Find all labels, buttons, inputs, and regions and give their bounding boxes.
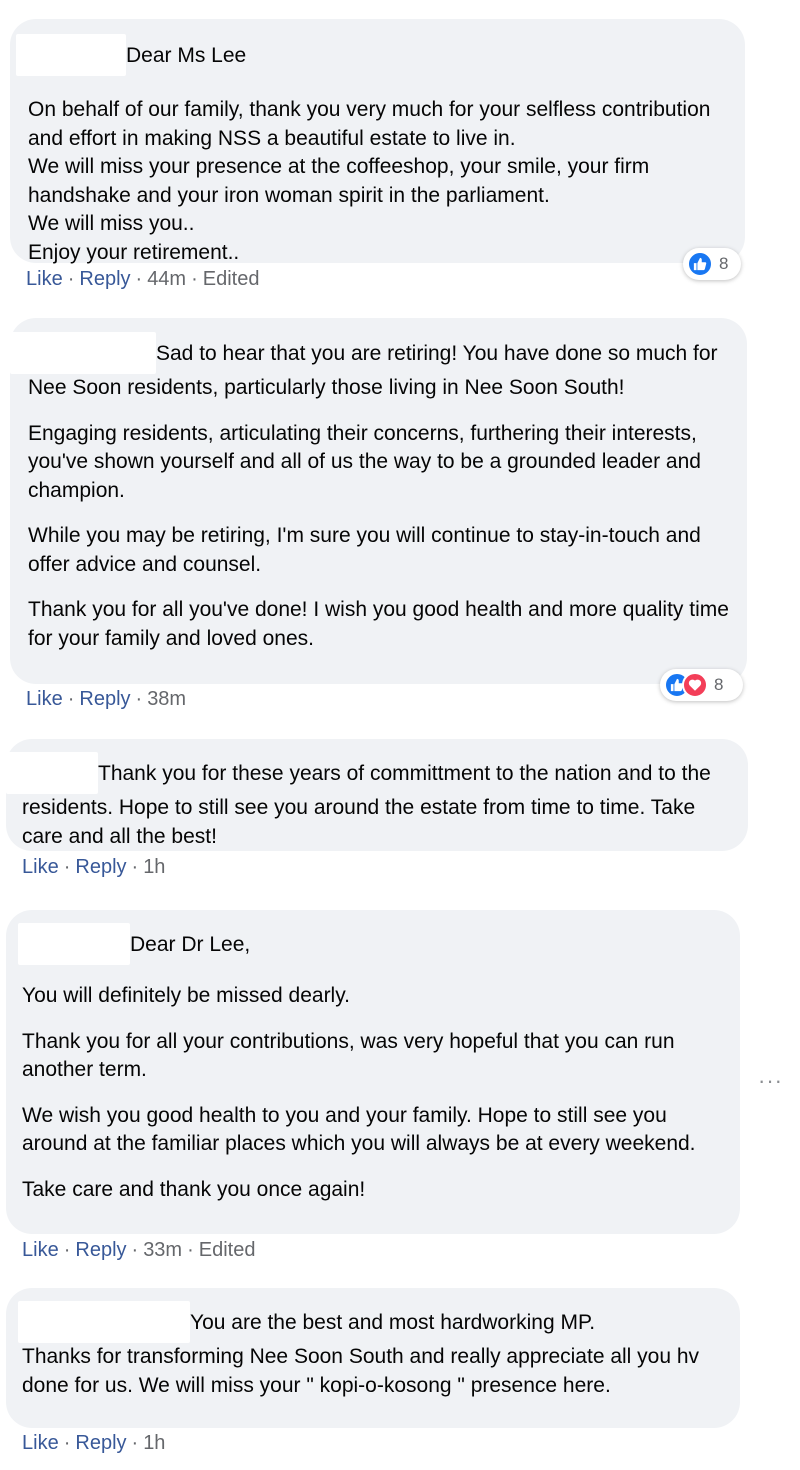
like-reaction-icon bbox=[687, 251, 713, 277]
comment-text: You will definitely be missed dearly. bbox=[22, 984, 351, 1007]
edited-label[interactable]: Edited bbox=[203, 268, 260, 290]
comment-text: While you may be retiring, I'm sure you … bbox=[28, 524, 701, 576]
comment-bubble: Dear Dr Lee, You will definitely be miss… bbox=[6, 910, 740, 1234]
timestamp[interactable]: 1h bbox=[143, 856, 165, 878]
like-link[interactable]: Like bbox=[22, 856, 59, 878]
reply-link[interactable]: Reply bbox=[75, 1239, 126, 1261]
comment-actions: Like · Reply · 1h bbox=[22, 856, 166, 878]
comment-text: Dear Dr Lee, bbox=[130, 933, 251, 956]
comment-text: Engaging residents, articulating their c… bbox=[28, 421, 701, 502]
redacted-author-name bbox=[6, 752, 98, 794]
more-options-icon[interactable]: ··· bbox=[758, 1068, 783, 1094]
like-link[interactable]: Like bbox=[22, 1239, 59, 1261]
timestamp[interactable]: 38m bbox=[147, 688, 186, 710]
redacted-author-name bbox=[16, 34, 126, 76]
like-link[interactable]: Like bbox=[22, 1432, 59, 1454]
comment-text: We wish you good health to you and your … bbox=[22, 1103, 696, 1156]
comment-actions: Like · Reply · 44m · Edited bbox=[26, 268, 260, 290]
reply-link[interactable]: Reply bbox=[79, 688, 130, 710]
redacted-author-name bbox=[18, 923, 130, 965]
redacted-author-name bbox=[10, 332, 156, 374]
comment-text: Take care and thank you once again! bbox=[22, 1177, 366, 1201]
comment-text: Thank you for all you've done! I wish yo… bbox=[28, 598, 729, 650]
comment-actions: Like · Reply · 1h bbox=[22, 1432, 166, 1454]
redacted-author-name bbox=[18, 1301, 190, 1343]
reaction-summary[interactable]: 8 bbox=[660, 669, 743, 701]
comment-text: Dear Ms Lee bbox=[126, 44, 247, 67]
timestamp[interactable]: 44m bbox=[147, 268, 186, 290]
comment-actions: Like · Reply · 38m bbox=[26, 688, 187, 710]
comment-bubble: Dear Ms Lee On behalf of our family, tha… bbox=[10, 19, 745, 264]
comment-text: Thank you for these years of committment… bbox=[22, 762, 711, 848]
comment-text: Thank you for all your contributions, wa… bbox=[22, 1029, 675, 1082]
comment-bubble: You are the best and most hardworking MP… bbox=[6, 1288, 740, 1428]
love-reaction-icon bbox=[682, 672, 708, 698]
reaction-count: 8 bbox=[714, 675, 724, 694]
like-link[interactable]: Like bbox=[26, 688, 63, 710]
reaction-count: 8 bbox=[719, 254, 729, 273]
comment-bubble: Sad to hear that you are retiring! You h… bbox=[10, 318, 747, 684]
comment-actions: Like · Reply · 33m · Edited bbox=[22, 1239, 256, 1261]
comment-text: On behalf of our family, thank you very … bbox=[28, 98, 711, 264]
timestamp[interactable]: 1h bbox=[143, 1432, 165, 1454]
edited-label[interactable]: Edited bbox=[199, 1239, 256, 1261]
reply-link[interactable]: Reply bbox=[75, 856, 126, 878]
like-link[interactable]: Like bbox=[26, 268, 63, 290]
reply-link[interactable]: Reply bbox=[75, 1432, 126, 1454]
reply-link[interactable]: Reply bbox=[79, 268, 130, 290]
comment-bubble: Thank you for these years of committment… bbox=[6, 739, 748, 851]
reaction-summary[interactable]: 8 bbox=[683, 248, 741, 280]
timestamp[interactable]: 33m bbox=[143, 1239, 182, 1261]
